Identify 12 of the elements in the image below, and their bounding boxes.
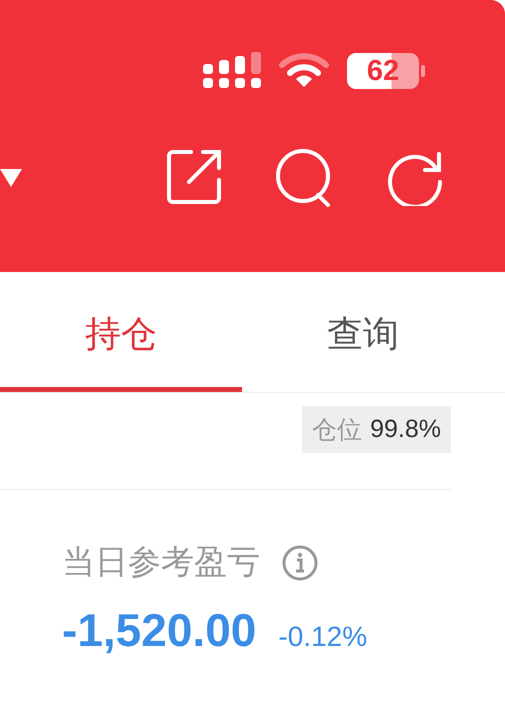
pnl-amount: -1,520.00	[62, 603, 256, 657]
position-label: 仓位	[312, 414, 362, 446]
pnl-percent: -0.12%	[278, 621, 368, 653]
tab[interactable]: 查询	[242, 272, 484, 392]
info-icon[interactable]	[282, 544, 318, 580]
position-value: 99.8%	[370, 414, 441, 444]
tab[interactable]: 持仓	[0, 272, 242, 392]
wifi-icon	[279, 53, 329, 89]
signal-icon	[203, 52, 261, 90]
pnl-label: 当日参考盈亏	[62, 541, 260, 583]
dropdown-icon[interactable]	[0, 167, 22, 189]
share-icon[interactable]	[167, 148, 223, 204]
